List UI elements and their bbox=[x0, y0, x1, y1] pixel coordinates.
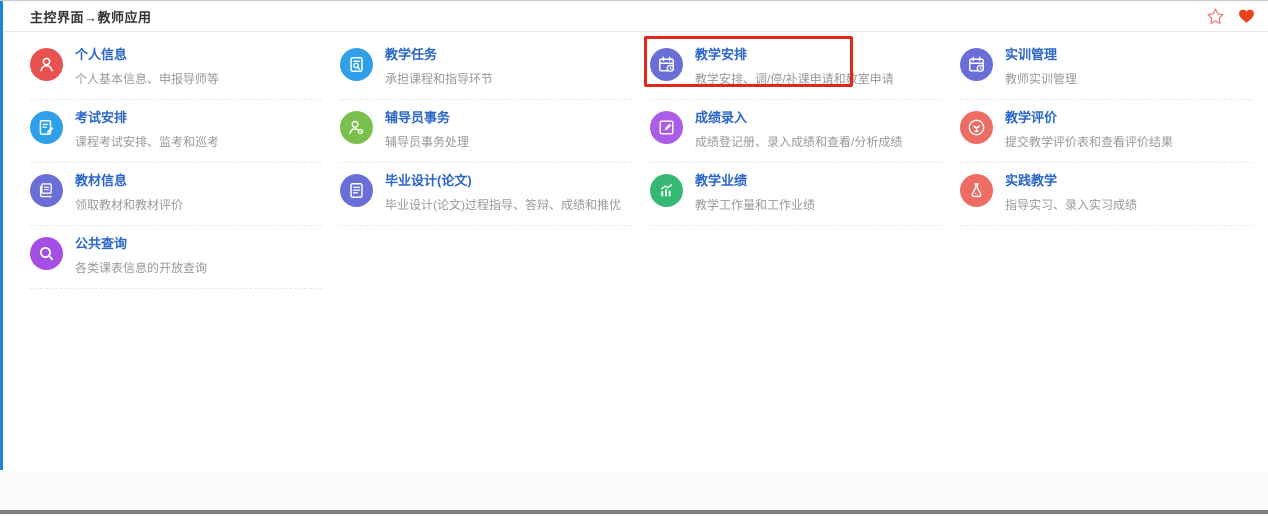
document-search-icon bbox=[340, 48, 373, 81]
tile-title: 个人信息 bbox=[75, 48, 219, 62]
tile-subtitle: 辅导员事务处理 bbox=[385, 133, 469, 150]
tile-subtitle: 承担课程和指导环节 bbox=[385, 70, 493, 87]
page-header: 主控界面→教师应用 bbox=[4, 1, 1268, 32]
calendar-clock-icon bbox=[650, 48, 683, 81]
calendar-clock-icon bbox=[960, 48, 993, 81]
document-lines-icon bbox=[340, 174, 373, 207]
tile-practical-training[interactable]: 实训管理 教师实训管理 bbox=[960, 37, 1252, 100]
tile-title: 公共查询 bbox=[75, 237, 207, 251]
edit-square-icon bbox=[650, 111, 683, 144]
left-accent-bar bbox=[0, 1, 3, 470]
flask-icon bbox=[960, 174, 993, 207]
tile-subtitle: 提交教学评价表和查看评价结果 bbox=[1005, 133, 1173, 150]
breadcrumb: 主控界面→教师应用 bbox=[30, 7, 152, 26]
main-panel: 主控界面→教师应用 个人信息 个人基本信息、申报导师等 教学任务 承担课程和指导… bbox=[4, 1, 1268, 471]
tile-title: 毕业设计(论文) bbox=[385, 174, 621, 188]
tile-title: 教学任务 bbox=[385, 48, 493, 62]
tile-practice-teaching[interactable]: 实践教学 指导实习、录入实习成绩 bbox=[960, 163, 1252, 226]
tile-subtitle: 教学工作量和工作业绩 bbox=[695, 196, 815, 213]
tile-title: 实践教学 bbox=[1005, 174, 1137, 188]
app-grid: 个人信息 个人基本信息、申报导师等 教学任务 承担课程和指导环节 教学安排 教学… bbox=[30, 37, 1252, 289]
books-icon bbox=[30, 174, 63, 207]
tile-grade-entry[interactable]: 成绩录入 成绩登记册、录入成绩和查看/分析成绩 bbox=[650, 100, 942, 163]
tile-title: 教学评价 bbox=[1005, 111, 1173, 125]
bottom-divider bbox=[0, 510, 1268, 514]
tile-public-query[interactable]: 公共查询 各类课表信息的开放查询 bbox=[30, 226, 322, 289]
document-pencil-icon bbox=[30, 111, 63, 144]
tile-subtitle: 课程考试安排、监考和巡考 bbox=[75, 133, 219, 150]
tile-exam-schedule[interactable]: 考试安排 课程考试安排、监考和巡考 bbox=[30, 100, 322, 163]
user-gear-icon bbox=[340, 111, 373, 144]
tile-teaching-tasks[interactable]: 教学任务 承担课程和指导环节 bbox=[340, 37, 632, 100]
tile-subtitle: 教学安排、调/停/补课申请和教室申请 bbox=[695, 70, 894, 87]
tile-subtitle: 成绩登记册、录入成绩和查看/分析成绩 bbox=[695, 133, 902, 150]
tile-subtitle: 个人基本信息、申报导师等 bbox=[75, 70, 219, 87]
tile-title: 成绩录入 bbox=[695, 111, 902, 125]
tile-title: 教材信息 bbox=[75, 174, 183, 188]
tile-title: 辅导员事务 bbox=[385, 111, 469, 125]
tile-title: 考试安排 bbox=[75, 111, 219, 125]
tile-graduation-project[interactable]: 毕业设计(论文) 毕业设计(论文)过程指导、答辩、成绩和推优 bbox=[340, 163, 632, 226]
tile-subtitle: 毕业设计(论文)过程指导、答辩、成绩和推优 bbox=[385, 196, 621, 213]
bar-chart-icon bbox=[650, 174, 683, 207]
star-icon[interactable] bbox=[1205, 6, 1225, 26]
user-icon bbox=[30, 48, 63, 81]
tile-subtitle: 各类课表信息的开放查询 bbox=[75, 259, 207, 276]
tile-subtitle: 指导实习、录入实习成绩 bbox=[1005, 196, 1137, 213]
header-actions bbox=[1205, 1, 1256, 31]
footer-band bbox=[0, 471, 1268, 510]
tile-title: 教学安排 bbox=[695, 48, 894, 62]
tile-personal-info[interactable]: 个人信息 个人基本信息、申报导师等 bbox=[30, 37, 322, 100]
tile-title: 实训管理 bbox=[1005, 48, 1077, 62]
search-icon bbox=[30, 237, 63, 270]
tile-subtitle: 领取教材和教材评价 bbox=[75, 196, 183, 213]
tile-teaching-schedule[interactable]: 教学安排 教学安排、调/停/补课申请和教室申请 bbox=[650, 37, 942, 100]
heart-icon[interactable] bbox=[1236, 6, 1256, 26]
flower-icon bbox=[960, 111, 993, 144]
tile-teaching-performance[interactable]: 教学业绩 教学工作量和工作业绩 bbox=[650, 163, 942, 226]
tile-textbook-info[interactable]: 教材信息 领取教材和教材评价 bbox=[30, 163, 322, 226]
tile-counselor-affairs[interactable]: 辅导员事务 辅导员事务处理 bbox=[340, 100, 632, 163]
tile-subtitle: 教师实训管理 bbox=[1005, 70, 1077, 87]
tile-teaching-evaluation[interactable]: 教学评价 提交教学评价表和查看评价结果 bbox=[960, 100, 1252, 163]
tile-title: 教学业绩 bbox=[695, 174, 815, 188]
